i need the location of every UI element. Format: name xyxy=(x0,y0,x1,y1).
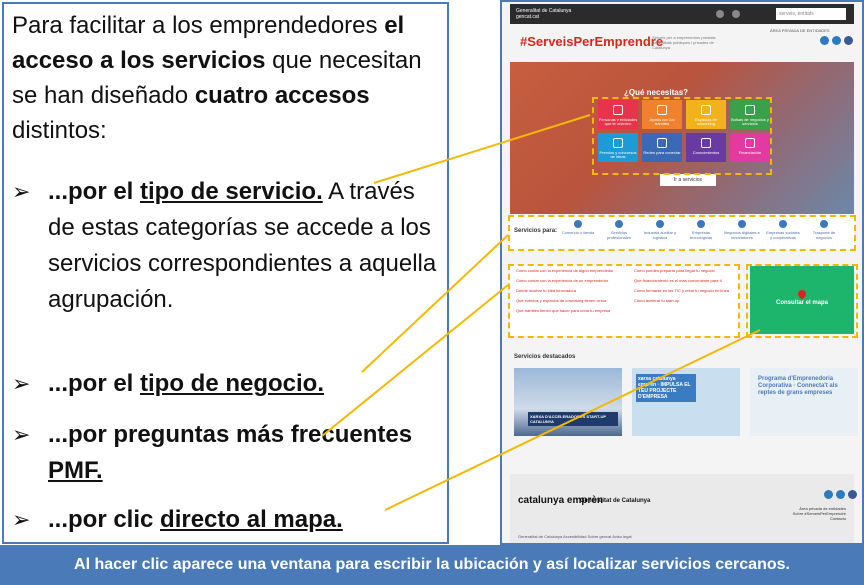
highlight-faq xyxy=(508,264,740,338)
intro-text-3: distintos: xyxy=(12,117,107,144)
footer-bottom-links[interactable]: Generalitat de Catalunya Accesibilidad S… xyxy=(518,534,632,539)
bullet-faq: ➢ ...por preguntas más frecuentes PMF. xyxy=(12,417,442,489)
site-brand[interactable]: #ServeisPerEmprendre xyxy=(520,34,663,49)
featured-card-xarxa[interactable]: xarxa catalunya emprèn · IMPULSA EL TEU … xyxy=(632,368,740,436)
caption-footer: Al hacer clic aparece una ventana para e… xyxy=(0,545,864,585)
menu-icon[interactable] xyxy=(716,10,724,18)
facebook-icon[interactable] xyxy=(848,490,857,499)
highlight-business-types xyxy=(508,215,856,251)
footer-link[interactable]: Contacto xyxy=(793,516,846,521)
bullet-business-type-link: tipo de negocio. xyxy=(140,370,325,397)
bullet-map: ➢ ...por clic directo al mapa. xyxy=(12,502,442,538)
intro-bold-2: cuatro accesos xyxy=(194,82,370,109)
site-top-bar: Generalitat de Catalunya gencat.cat serv… xyxy=(510,4,854,24)
footer-links: Área privada de entidades Sobre #Serveis… xyxy=(793,506,846,521)
bullet-business-type: ➢ ...por el tipo de negocio. xyxy=(12,366,442,402)
generalitat-logo[interactable]: Generalitat de Catalunya xyxy=(580,498,650,505)
featured-services-title: Servicios destacados xyxy=(514,354,576,360)
intro-paragraph: Para facilitar a los emprendedores el ac… xyxy=(12,8,442,148)
twitter-icon[interactable] xyxy=(824,490,833,499)
arrow-bullet-icon: ➢ xyxy=(12,371,31,396)
bullet-service-type: ➢ ...por el tipo de servicio. A través d… xyxy=(12,174,442,318)
private-area-link[interactable]: ÀREA PRIVADA DE ENTIDADES xyxy=(770,28,830,33)
website-screenshot: Generalitat de Catalunya gencat.cat serv… xyxy=(500,0,864,545)
gencat-logo[interactable]: Generalitat de Catalunya gencat.cat xyxy=(516,8,576,20)
site-search-input[interactable]: serveis, entitats xyxy=(776,8,846,20)
site-footer: catalunya emprèn Generalitat de Cataluny… xyxy=(510,474,857,543)
hero-title: ¿Qué necesitas? xyxy=(624,88,689,97)
arrow-bullet-icon: ➢ xyxy=(12,422,31,447)
arrow-bullet-icon: ➢ xyxy=(12,179,31,204)
language-icon[interactable] xyxy=(732,10,740,18)
twitter-icon[interactable] xyxy=(820,36,829,45)
bullet-faq-link: PMF. xyxy=(48,457,103,484)
linkedin-icon[interactable] xyxy=(832,36,841,45)
site-brand-subtitle: Serveis per a emprenedors prestats per e… xyxy=(652,35,716,50)
featured-card-corporate[interactable]: Programa d'Emprenedoria Corporativa · Co… xyxy=(750,368,858,436)
linkedin-icon[interactable] xyxy=(836,490,845,499)
intro-text-1: Para facilitar a los emprendedores xyxy=(12,12,385,39)
go-to-services-button[interactable]: Ir a servicios xyxy=(660,174,716,186)
facebook-icon[interactable] xyxy=(844,36,853,45)
arrow-bullet-icon: ➢ xyxy=(12,507,31,532)
highlight-map xyxy=(746,264,858,338)
bullet-map-link: directo al mapa. xyxy=(160,506,343,533)
highlight-service-types xyxy=(592,97,772,175)
featured-card-accelerators[interactable]: XARXA D'ACCELERADORES START-UP CATALUNYA xyxy=(514,368,622,436)
bullet-service-type-link: tipo de servicio. xyxy=(140,178,323,205)
